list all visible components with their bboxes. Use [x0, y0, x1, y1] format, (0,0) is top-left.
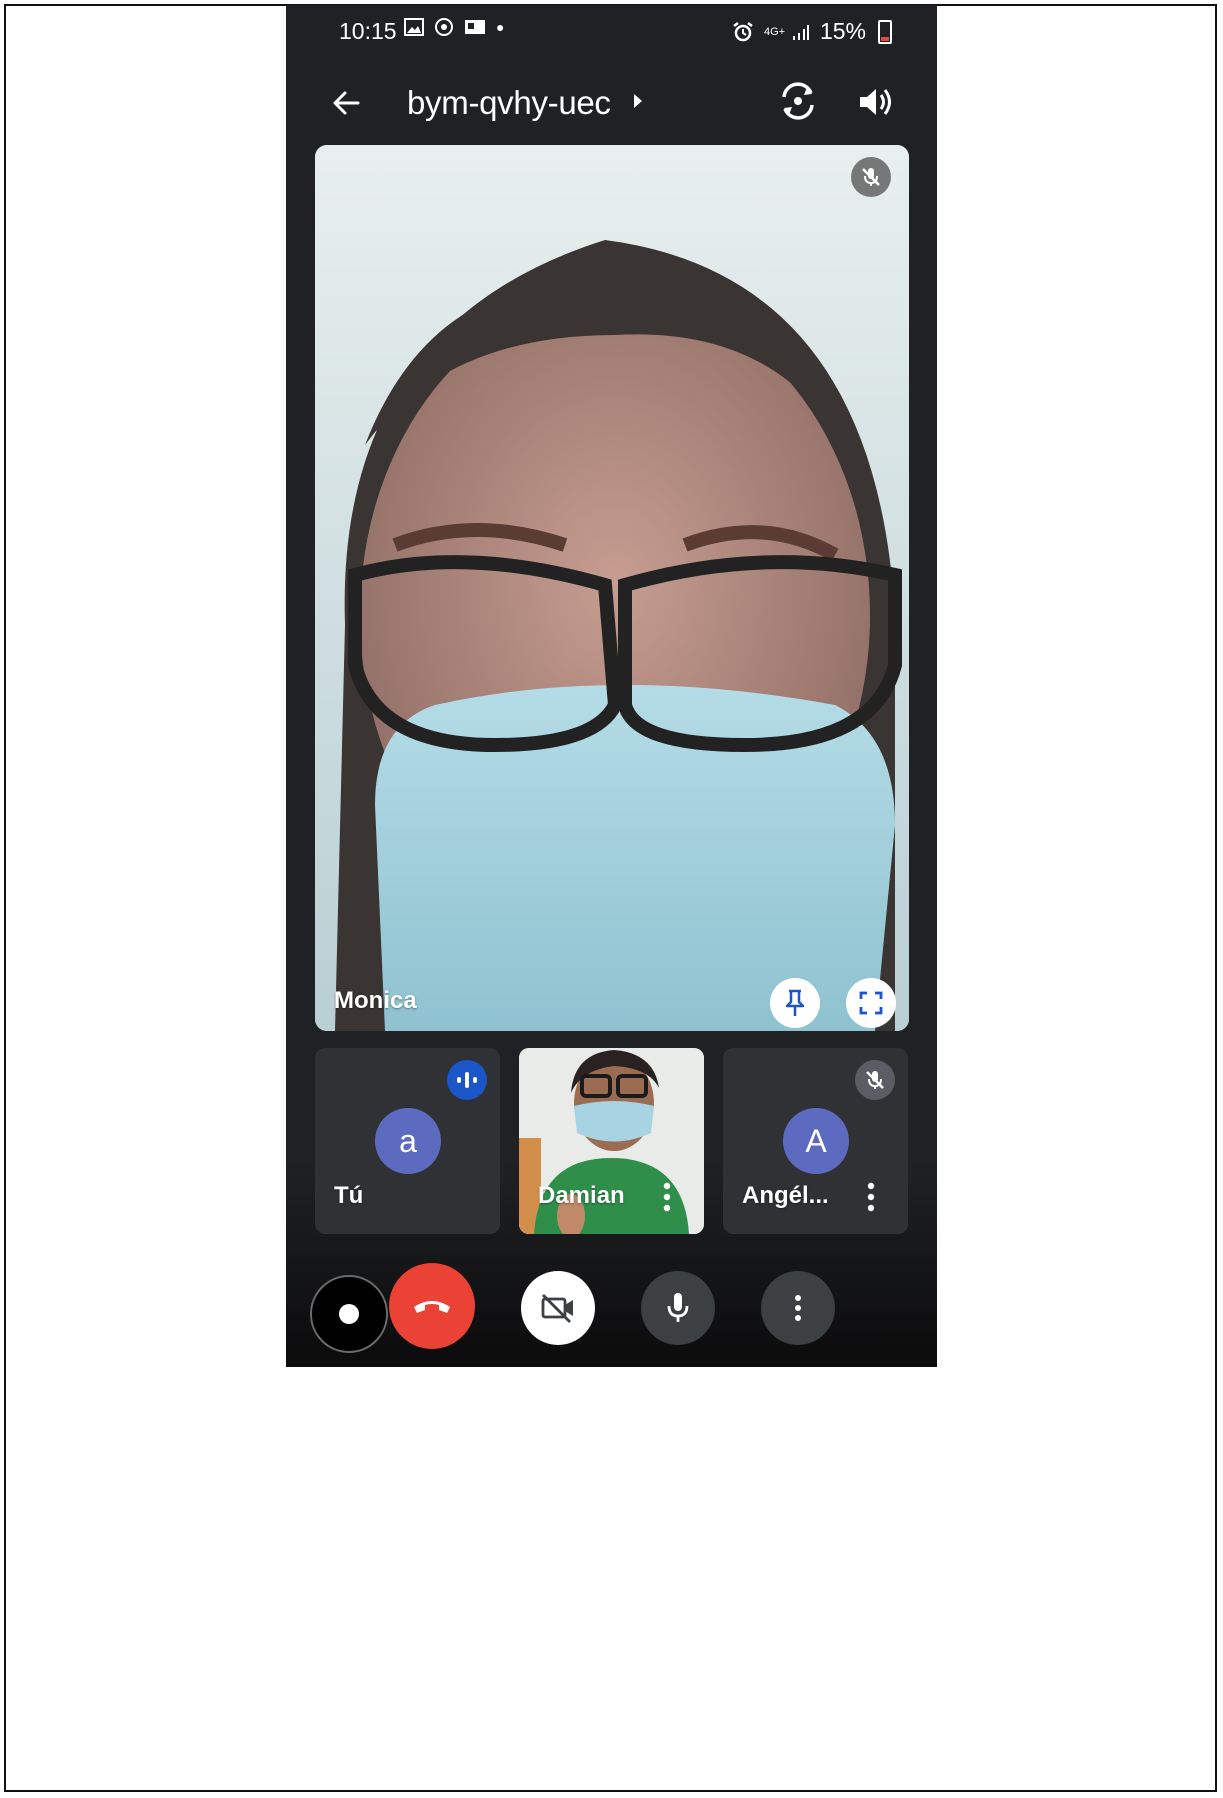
- dot-icon: ●: [496, 19, 505, 35]
- main-participant-name: Monica: [334, 987, 417, 1014]
- arrow-left-icon: [333, 91, 360, 115]
- camera-off-icon: [541, 1294, 573, 1323]
- main-mic-off-button: [851, 157, 891, 197]
- flip-camera-icon: [782, 82, 814, 120]
- mic-off-icon: [866, 1071, 884, 1089]
- speaker-icon: [860, 89, 891, 115]
- fullscreen-button[interactable]: [846, 978, 896, 1028]
- sync-icon: [435, 18, 453, 36]
- participant-name: Tú: [334, 1182, 364, 1209]
- mic-icon: [667, 1293, 689, 1322]
- status-right: 4G+ 15%: [732, 18, 892, 45]
- more-vert-icon[interactable]: [861, 1180, 881, 1214]
- participant-tile-self[interactable]: a Tú: [315, 1048, 500, 1234]
- meeting-code[interactable]: bym-qvhy-uec: [407, 84, 611, 122]
- network-type: 4G+: [763, 25, 786, 38]
- camera-toggle-button[interactable]: [521, 1271, 595, 1345]
- back-button[interactable]: [326, 83, 366, 123]
- mic-off-icon: [862, 168, 880, 186]
- fullscreen-icon: [859, 991, 883, 1015]
- more-options-button[interactable]: [761, 1271, 835, 1345]
- participant-mic-off-indicator: [855, 1060, 895, 1100]
- signal-icon: [792, 24, 809, 40]
- battery-percent: 15%: [819, 18, 866, 44]
- alarm-icon: [733, 21, 753, 41]
- battery-icon: [878, 19, 892, 44]
- record-dot-icon: [339, 1304, 359, 1324]
- more-vert-icon[interactable]: [657, 1180, 677, 1214]
- status-bar: 10:15 ● 4G+ 15%: [286, 5, 937, 57]
- audio-level-icon: [457, 1072, 477, 1088]
- meet-icon: [465, 20, 485, 34]
- speaking-indicator: [447, 1060, 487, 1100]
- phone-hangup-icon: [414, 1301, 450, 1313]
- end-call-button[interactable]: [389, 1263, 475, 1349]
- caret-right-icon[interactable]: [632, 91, 644, 111]
- speaker-button[interactable]: [854, 81, 896, 123]
- participant-name: Angél...: [742, 1182, 829, 1209]
- main-video-tile[interactable]: Monica: [315, 145, 909, 1031]
- avatar: A: [783, 1108, 849, 1174]
- mic-toggle-button[interactable]: [641, 1271, 715, 1345]
- notification-icons: ●: [404, 17, 504, 37]
- status-time: 10:15: [339, 18, 397, 44]
- flip-camera-button[interactable]: [776, 79, 820, 123]
- gallery-icon: [404, 18, 424, 36]
- more-vert-icon: [795, 1295, 801, 1321]
- participant-video: [315, 145, 909, 1031]
- participant-name: Damian: [538, 1182, 625, 1209]
- participant-tile-angel[interactable]: A Angél...: [723, 1048, 908, 1234]
- phone-screen: 10:15 ● 4G+ 15% bym-qvhy-uec Monica a Tú…: [286, 5, 937, 1367]
- app-bar: bym-qvhy-uec: [286, 67, 937, 137]
- record-indicator: [310, 1275, 388, 1353]
- participant-tile-damian[interactable]: Damian: [519, 1048, 704, 1234]
- pin-button[interactable]: [770, 978, 820, 1028]
- pin-icon: [785, 989, 805, 1016]
- avatar: a: [375, 1108, 441, 1174]
